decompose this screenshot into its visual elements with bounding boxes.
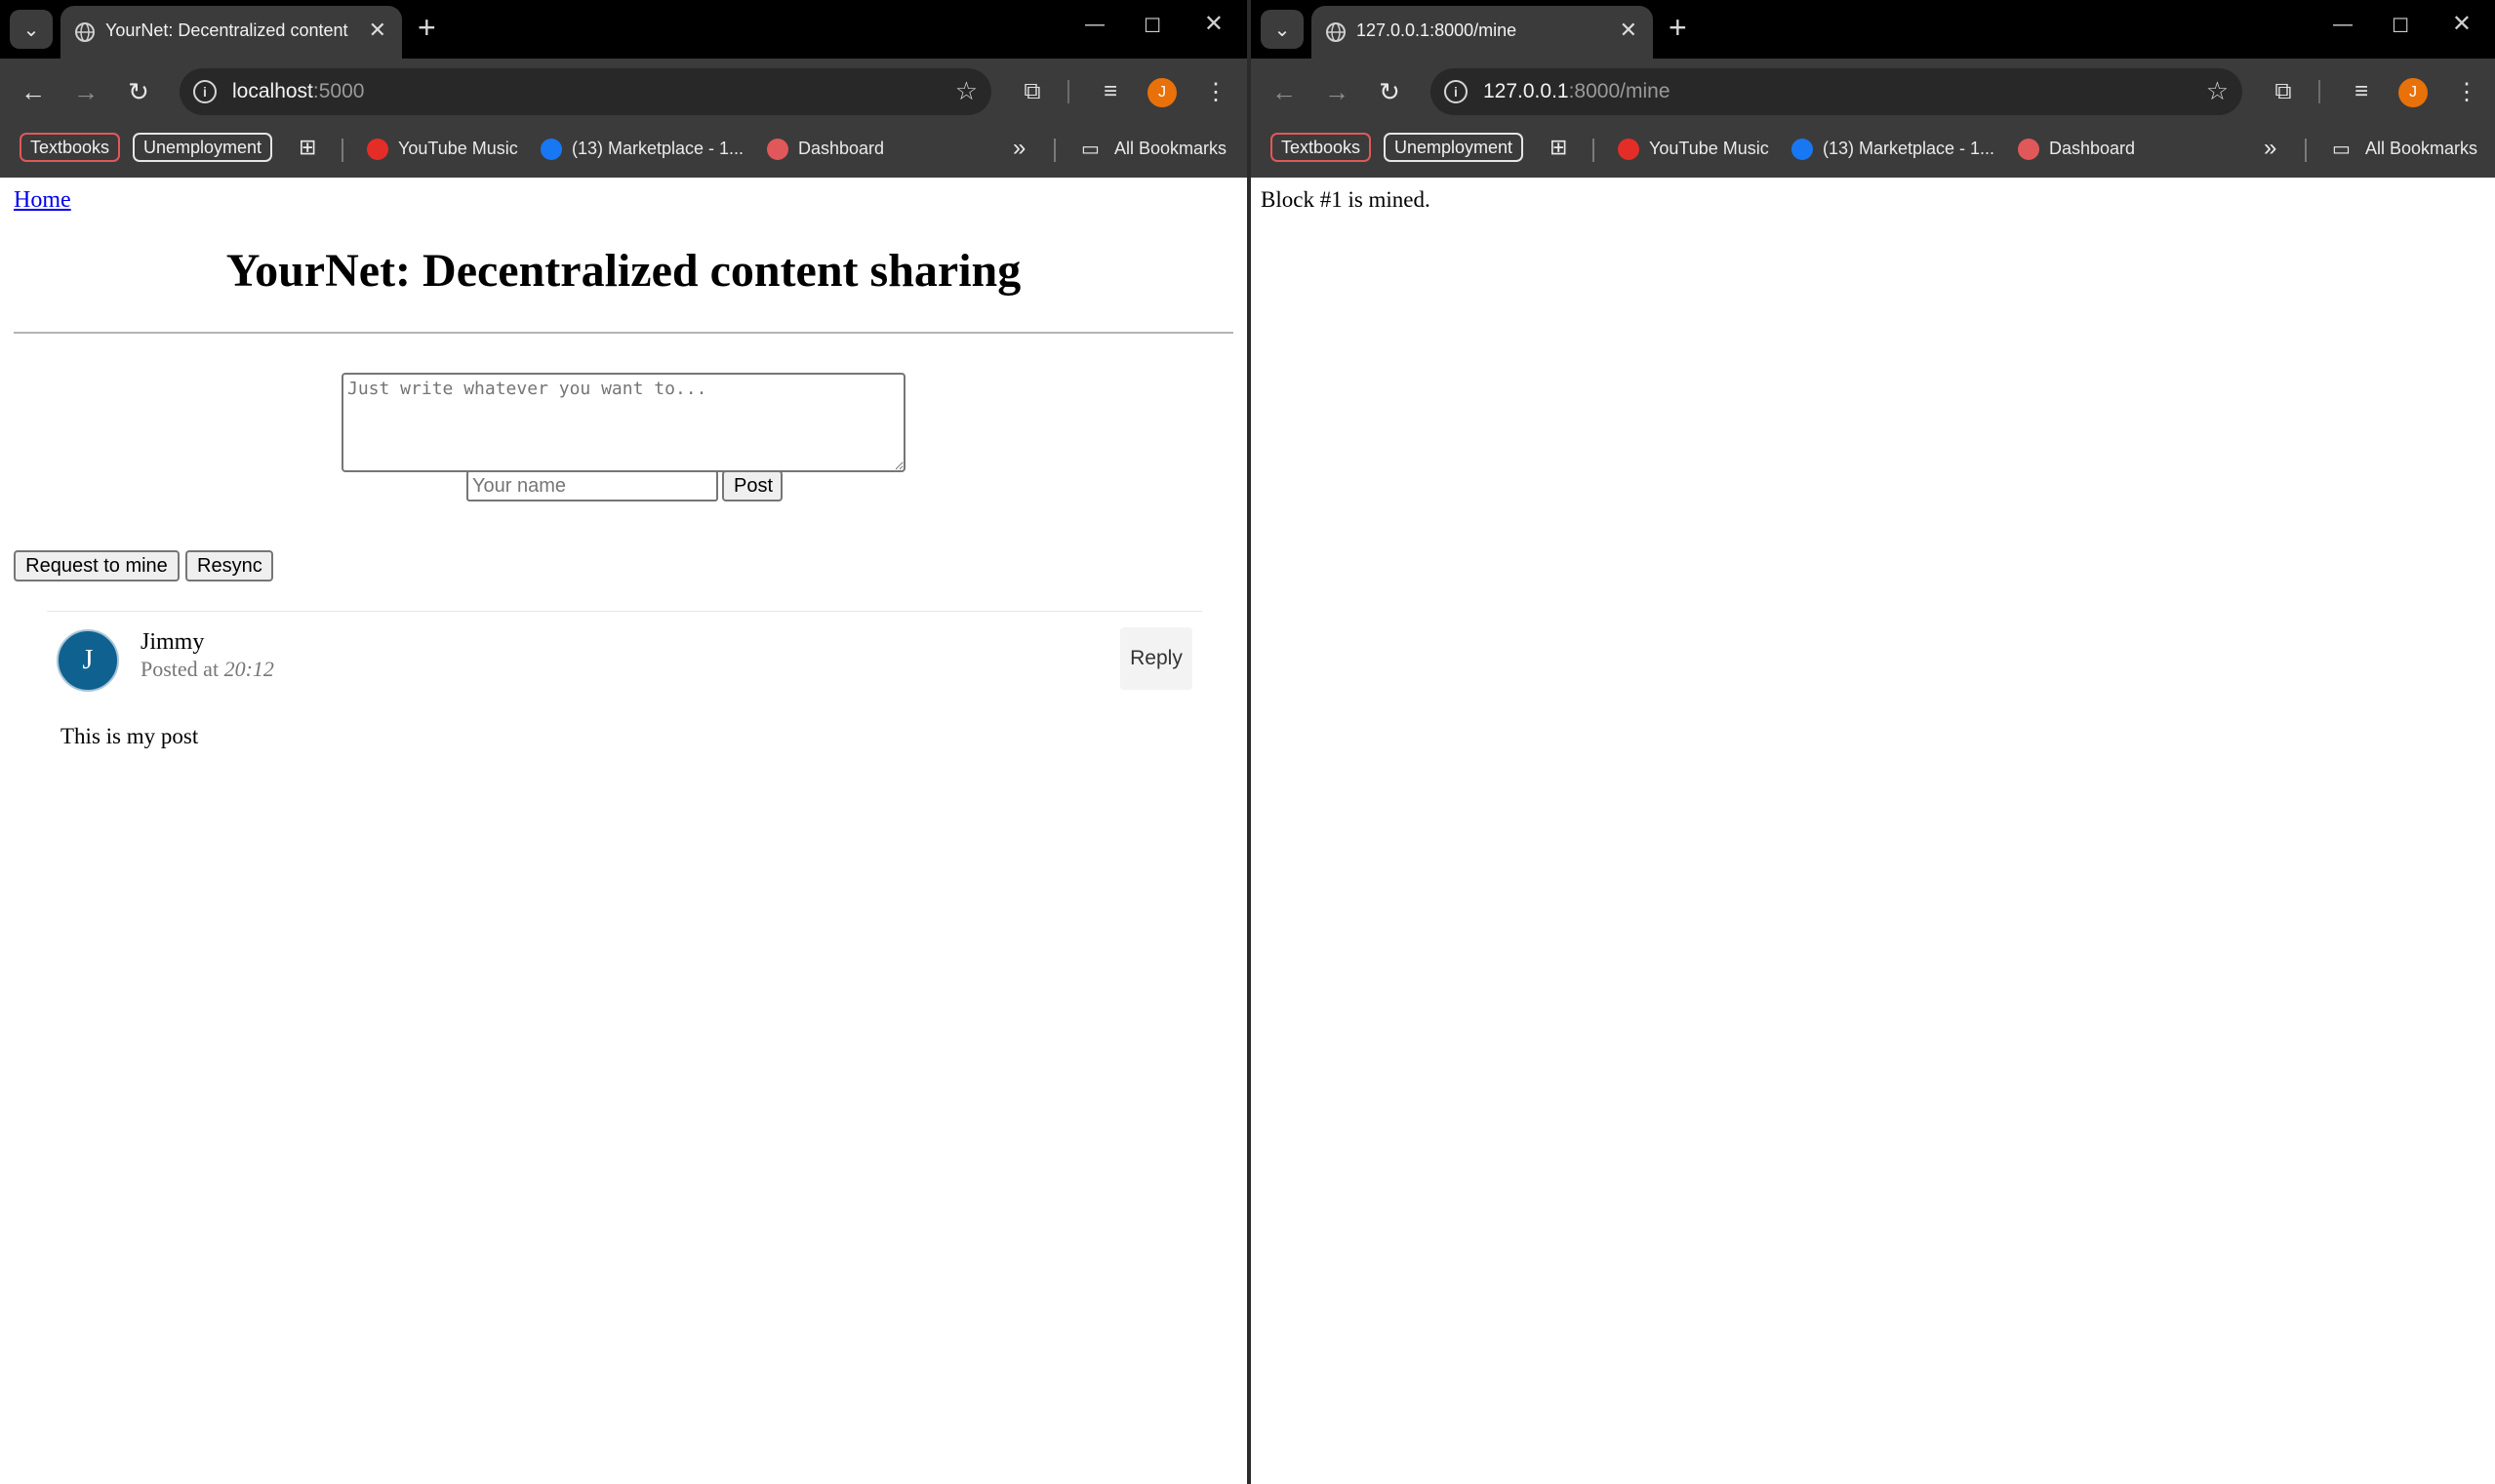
home-link[interactable]: Home (14, 187, 71, 214)
bookmark-unemployment[interactable]: Unemployment (1384, 133, 1524, 162)
address-bar[interactable]: i localhost:5000 ☆ (180, 68, 991, 115)
bookmark-youtube-music[interactable]: YouTube Music (398, 139, 518, 159)
bookmark-divider (342, 139, 343, 162)
apps-grid-icon[interactable]: ⊞ (1549, 135, 1567, 160)
tab-active[interactable]: 127.0.0.1:8000/mine ✕ (1311, 6, 1653, 59)
close-window-icon[interactable]: ✕ (1204, 10, 1224, 38)
all-bookmarks[interactable]: All Bookmarks (1114, 139, 1227, 159)
media-queue-icon[interactable]: ≡ (2344, 74, 2379, 109)
tab-title: 127.0.0.1:8000/mine (1356, 20, 1517, 40)
browser-window-right: ⌄ 127.0.0.1:8000/mine ✕ + — ☐ ✕ ← → ↻ i … (1251, 0, 2495, 1484)
extensions-puzzle-icon[interactable]: ⧉ (2266, 74, 2301, 109)
bookmark-divider (2305, 139, 2307, 162)
reload-icon[interactable]: ↻ (121, 74, 156, 109)
back-arrow-icon[interactable]: ← (16, 74, 51, 109)
tab-active[interactable]: YourNet: Decentralized content sharing ✕ (60, 6, 402, 59)
tab-strip: ⌄ YourNet: Decentralized content sharing… (0, 0, 1247, 59)
toolbar: ← → ↻ i localhost:5000 ☆ ⧉ ≡ J ⋮ (0, 59, 1247, 125)
dashboard-icon (2018, 139, 2039, 160)
tab-search-chevron-down-icon[interactable]: ⌄ (10, 10, 53, 49)
post-timestamp: Posted at 20:12 (141, 657, 274, 681)
bookmark-divider (1592, 139, 1594, 162)
toolbar-divider (1067, 80, 1069, 103)
tab-close-icon[interactable]: ✕ (369, 18, 386, 43)
tab-close-icon[interactable]: ✕ (1620, 18, 1637, 43)
back-arrow-icon[interactable]: ← (1267, 74, 1302, 109)
bookmark-textbooks[interactable]: Textbooks (20, 133, 121, 162)
youtube-music-icon (367, 139, 388, 160)
bookmark-unemployment[interactable]: Unemployment (133, 133, 273, 162)
all-bookmarks[interactable]: All Bookmarks (2365, 139, 2477, 159)
bookmark-divider (1054, 139, 1056, 162)
resync-button[interactable]: Resync (185, 550, 273, 582)
minimize-icon[interactable]: — (2333, 14, 2353, 36)
tab-search-chevron-down-icon[interactable]: ⌄ (1261, 10, 1304, 49)
bookmarks-bar: Textbooks Unemployment ⊞ YouTube Music (… (0, 125, 1247, 179)
page-content: Block #1 is mined. (1251, 178, 2495, 1484)
bookmark-marketplace[interactable]: (13) Marketplace - 1... (1823, 139, 1994, 159)
forward-arrow-icon[interactable]: → (68, 74, 103, 109)
profile-avatar[interactable]: J (1147, 78, 1177, 107)
new-tab-plus-icon[interactable]: + (418, 10, 436, 45)
site-info-icon[interactable]: i (1444, 80, 1468, 103)
post-body: This is my post (60, 724, 199, 748)
folder-icon: ▭ (2332, 139, 2351, 160)
mine-result-message: Block #1 is mined. (1261, 187, 1430, 212)
page-content: Home YourNet: Decentralized content shar… (0, 178, 1247, 1484)
address-url[interactable]: localhost:5000 (232, 80, 364, 103)
site-info-icon[interactable]: i (193, 80, 217, 103)
post-card: J Jimmy Posted at 20:12 Reply (47, 611, 1202, 748)
bookmark-marketplace[interactable]: (13) Marketplace - 1... (572, 139, 744, 159)
request-to-mine-button[interactable]: Request to mine (14, 550, 180, 582)
toolbar-divider (2318, 80, 2320, 103)
kebab-menu-icon[interactable]: ⋮ (1198, 74, 1233, 109)
facebook-icon (1791, 139, 1813, 160)
divider (14, 332, 1233, 334)
new-tab-plus-icon[interactable]: + (1669, 10, 1687, 45)
reload-icon[interactable]: ↻ (1372, 74, 1407, 109)
more-bookmarks-icon[interactable]: » (2264, 135, 2276, 162)
post-content-textarea[interactable] (342, 373, 905, 472)
maximize-icon[interactable]: ☐ (2392, 14, 2409, 38)
bookmark-youtube-music[interactable]: YouTube Music (1649, 139, 1769, 159)
more-bookmarks-icon[interactable]: » (1013, 135, 1026, 162)
maximize-icon[interactable]: ☐ (1144, 14, 1161, 38)
bookmark-star-icon[interactable]: ☆ (955, 76, 978, 106)
browser-window-left: ⌄ YourNet: Decentralized content sharing… (0, 0, 1247, 1484)
facebook-icon (541, 139, 562, 160)
post-button[interactable]: Post (722, 470, 783, 501)
tab-strip: ⌄ 127.0.0.1:8000/mine ✕ + — ☐ ✕ (1251, 0, 2495, 59)
bookmark-dashboard[interactable]: Dashboard (798, 139, 884, 159)
media-queue-icon[interactable]: ≡ (1093, 74, 1128, 109)
profile-avatar[interactable]: J (2398, 78, 2428, 107)
tab-title: YourNet: Decentralized content sharing (105, 20, 349, 40)
reply-button[interactable]: Reply (1120, 627, 1192, 690)
address-url[interactable]: 127.0.0.1:8000/mine (1483, 80, 1670, 103)
page-title: YourNet: Decentralized content sharing (225, 245, 1022, 297)
minimize-icon[interactable]: — (1085, 14, 1105, 36)
globe-icon (1326, 22, 1346, 42)
close-window-icon[interactable]: ✕ (2452, 10, 2472, 38)
bookmarks-bar: Textbooks Unemployment ⊞ YouTube Music (… (1251, 125, 2495, 179)
globe-icon (75, 22, 95, 42)
youtube-music-icon (1618, 139, 1639, 160)
folder-icon: ▭ (1081, 139, 1100, 160)
bookmark-textbooks[interactable]: Textbooks (1270, 133, 1372, 162)
bookmark-dashboard[interactable]: Dashboard (2049, 139, 2135, 159)
author-name-input[interactable] (466, 470, 718, 501)
apps-grid-icon[interactable]: ⊞ (299, 135, 316, 160)
kebab-menu-icon[interactable]: ⋮ (2449, 74, 2484, 109)
post-author: Jimmy (141, 629, 205, 655)
avatar: J (57, 629, 119, 692)
extensions-puzzle-icon[interactable]: ⧉ (1015, 74, 1050, 109)
toolbar: ← → ↻ i 127.0.0.1:8000/mine ☆ ⧉ ≡ J ⋮ (1251, 59, 2495, 125)
dashboard-icon (767, 139, 788, 160)
bookmark-star-icon[interactable]: ☆ (2206, 76, 2229, 106)
forward-arrow-icon[interactable]: → (1319, 74, 1354, 109)
address-bar[interactable]: i 127.0.0.1:8000/mine ☆ (1430, 68, 2242, 115)
